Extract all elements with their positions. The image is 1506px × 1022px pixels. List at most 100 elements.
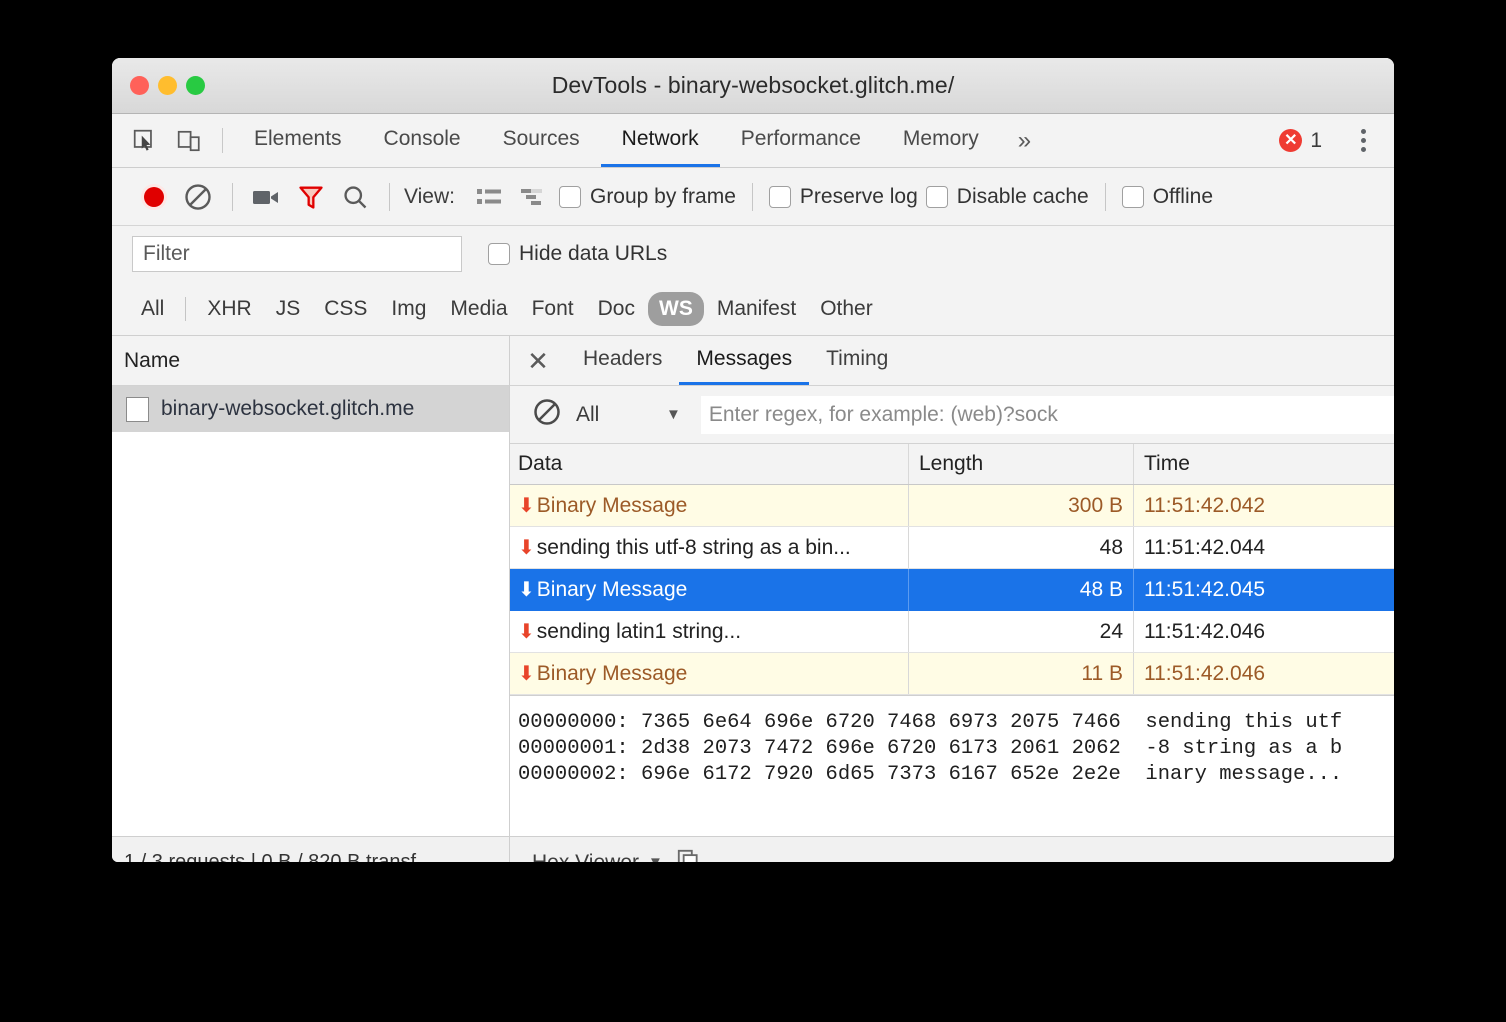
tab-messages[interactable]: Messages [679,336,809,385]
hide-data-urls-label: Hide data URLs [519,242,667,266]
message-data: Binary Message [537,578,688,602]
copy-icon[interactable] [675,847,701,862]
clear-icon[interactable] [176,177,220,217]
error-count: 1 [1310,129,1322,153]
group-by-frame-box[interactable] [559,186,581,208]
message-data: Binary Message [537,662,688,686]
window-controls [130,76,205,95]
message-row[interactable]: ⬇Binary Message 300 B 11:51:42.042 [510,485,1394,527]
message-row[interactable]: ⬇sending this utf-8 string as a bin... 4… [510,527,1394,569]
type-filter-divider [185,297,186,321]
tab-performance[interactable]: Performance [720,114,882,167]
filter-funnel-icon[interactable] [289,177,333,217]
message-time: 11:51:42.046 [1134,653,1394,694]
message-data: Binary Message [537,494,688,518]
message-row[interactable]: ⬇Binary Message 11 B 11:51:42.046 [510,653,1394,695]
tabstrip-divider [222,128,223,153]
offline-checkbox[interactable]: Offline [1118,185,1217,209]
list-view-icon[interactable] [467,177,511,217]
message-data: sending this utf-8 string as a bin... [537,536,851,560]
hex-line: 00000000: 7365 6e64 696e 6720 7468 6973 … [518,710,1394,736]
hide-data-urls-box[interactable] [488,243,510,265]
type-filter-js[interactable]: JS [265,292,312,326]
tab-sources[interactable]: Sources [482,114,601,167]
tab-headers[interactable]: Headers [566,336,679,385]
requests-column-header[interactable]: Name [112,336,509,386]
tab-elements[interactable]: Elements [233,114,363,167]
hide-data-urls-checkbox[interactable]: Hide data URLs [484,242,671,266]
download-arrow-icon: ⬇ [518,664,535,684]
clear-messages-icon[interactable] [532,397,562,432]
tab-network[interactable]: Network [601,114,720,167]
download-arrow-icon: ⬇ [518,538,535,558]
view-label: View: [404,185,455,209]
search-icon[interactable] [333,177,377,217]
maximize-window-button[interactable] [186,76,205,95]
more-tabs-icon[interactable]: » [1000,114,1049,167]
column-header-time[interactable]: Time [1134,444,1394,484]
regex-filter-input[interactable]: Enter regex, for example: (web)?sock [701,396,1394,434]
kebab-menu-icon[interactable] [1343,129,1380,152]
resource-type-filters: All XHR JS CSS Img Media Font Doc WS Man… [112,282,1394,336]
tab-memory[interactable]: Memory [882,114,1000,167]
type-filter-xhr[interactable]: XHR [196,292,262,326]
preserve-log-box[interactable] [769,186,791,208]
offline-box[interactable] [1122,186,1144,208]
group-by-frame-checkbox[interactable]: Group by frame [555,185,740,209]
chevron-down-icon[interactable]: ▼ [666,406,681,423]
network-control-toolbar: View: Group by frame Preserve log Disabl… [112,168,1394,226]
minimize-window-button[interactable] [158,76,177,95]
type-filter-img[interactable]: Img [380,292,437,326]
preserve-log-label: Preserve log [800,185,918,209]
screenshot-camera-icon[interactable] [245,177,289,217]
type-filter-ws[interactable]: WS [648,292,704,326]
message-row-selected[interactable]: ⬇Binary Message 48 B 11:51:42.045 [510,569,1394,611]
message-row[interactable]: ⬇sending latin1 string... 24 11:51:42.04… [510,611,1394,653]
message-length: 300 B [909,485,1134,526]
request-checkbox[interactable] [126,397,149,422]
requests-pane: Name binary-websocket.glitch.me [112,336,510,836]
waterfall-view-icon[interactable] [511,177,555,217]
requests-empty-area [112,432,509,836]
message-time: 11:51:42.046 [1134,611,1394,652]
type-filter-doc[interactable]: Doc [587,292,646,326]
message-time: 11:51:42.044 [1134,527,1394,568]
column-header-length[interactable]: Length [909,444,1134,484]
type-filter-font[interactable]: Font [521,292,585,326]
download-arrow-icon: ⬇ [518,622,535,642]
device-toolbar-icon[interactable] [174,126,204,156]
status-bar: 1 / 3 requests | 0 B / 820 B transf... H… [112,836,1394,862]
close-icon[interactable]: ✕ [510,336,566,385]
message-time: 11:51:42.042 [1134,485,1394,526]
disable-cache-checkbox[interactable]: Disable cache [922,185,1093,209]
toolbar-divider-1 [232,183,233,211]
inspect-element-icon[interactable] [130,126,160,156]
close-window-button[interactable] [130,76,149,95]
download-arrow-icon: ⬇ [518,496,535,516]
type-filter-all[interactable]: All [130,292,175,326]
request-name: binary-websocket.glitch.me [161,397,414,421]
type-filter-media[interactable]: Media [439,292,518,326]
toolbar-divider-2 [389,183,390,211]
type-filter-other[interactable]: Other [809,292,884,326]
record-icon[interactable] [132,177,176,217]
request-summary: 1 / 3 requests | 0 B / 820 B transf... [112,837,510,862]
type-filter-css[interactable]: CSS [313,292,378,326]
hex-viewer-select[interactable]: Hex Viewer ▼ [532,851,663,863]
type-filter-manifest[interactable]: Manifest [706,292,807,326]
network-body: Name binary-websocket.glitch.me ✕ Header… [112,336,1394,836]
disable-cache-box[interactable] [926,186,948,208]
message-length: 24 [909,611,1134,652]
column-header-data[interactable]: Data [510,444,909,484]
request-row[interactable]: binary-websocket.glitch.me [112,386,509,432]
toolbar-divider-3 [752,183,753,211]
disable-cache-label: Disable cache [957,185,1089,209]
error-badge[interactable]: ✕ 1 [1279,129,1322,153]
message-length: 11 B [909,653,1134,694]
error-icon: ✕ [1279,129,1302,152]
message-type-select[interactable]: All [576,403,652,427]
tab-timing[interactable]: Timing [809,336,905,385]
filter-input[interactable]: Filter [132,236,462,272]
tab-console[interactable]: Console [363,114,482,167]
preserve-log-checkbox[interactable]: Preserve log [765,185,922,209]
